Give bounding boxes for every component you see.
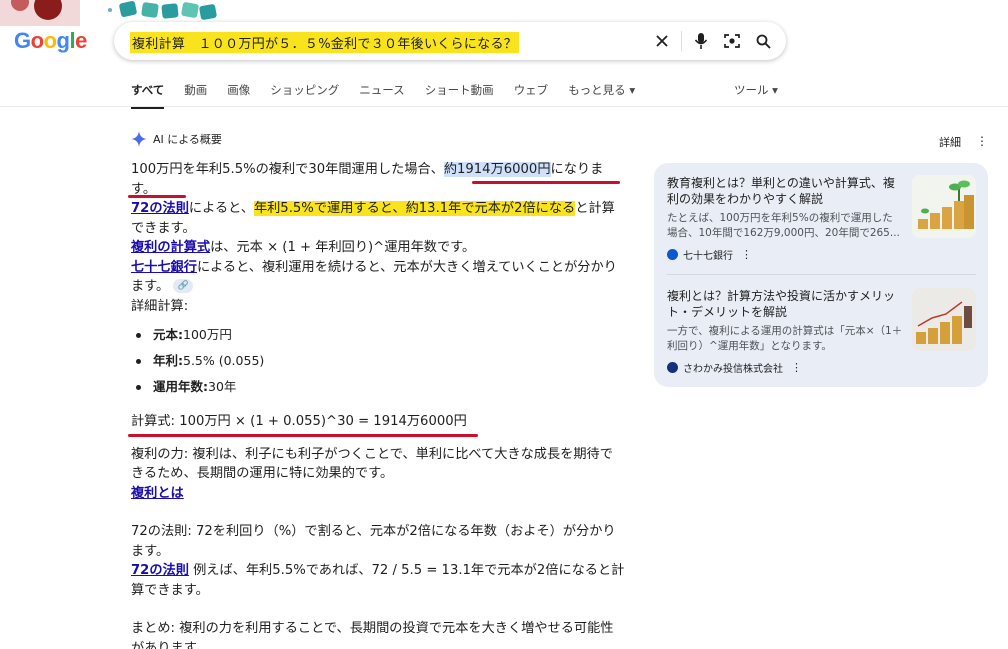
link-formula[interactable]: 複利の計算式 <box>131 240 210 255</box>
source-title[interactable]: 複利とは？計算方法や投資に活かすメリット・デメリットを解説 <box>667 288 895 320</box>
summary-paragraph: まとめ: 複利の力を利用することで、長期間の投資で元本を大きく増やせる可能性があ… <box>131 621 614 649</box>
param-value: 30年 <box>208 379 237 394</box>
search-tabs: すべて 動画 画像 ショッピング ニュース ショート動画 ウェブ もっと見る ▾ <box>131 82 655 109</box>
power-paragraph: 複利の力: 複利は、利子にも利子がつくことで、単利に比べて大きな成長を期待できる… <box>131 446 613 482</box>
param-list: 元本:100万円 年利:5.5% (0.055) 運用年数:30年 <box>131 322 625 400</box>
annotation-underline <box>128 195 186 198</box>
coins-plant-thumbnail[interactable] <box>912 175 976 238</box>
answer-paragraph: 100万円を年利5.5%の複利で30年間運用した場合、約1914万6000円にな… <box>131 160 625 199</box>
param-label: 運用年数: <box>153 379 208 394</box>
rule72-highlight: 年利5.5%で運用すると、約13.1年で元本が2倍になる <box>253 201 576 216</box>
search-box[interactable]: 複利計算 １００万円が５．５%金利で３０年後いくらになる？ <box>114 22 786 60</box>
header-divider <box>0 106 1008 107</box>
tab-videos[interactable]: 動画 <box>184 82 207 109</box>
list-item: 年利:5.5% (0.055) <box>131 348 625 374</box>
coins-hourglass-thumbnail[interactable] <box>912 288 976 351</box>
source-site: 七十七銀行 ⋮ <box>667 247 977 262</box>
source-title[interactable]: 教育複利とは？単利との違いや計算式、複利の効果をわかりやすく解説 <box>667 175 895 207</box>
site-favicon-icon <box>667 362 678 373</box>
answer-amount: 約1914万6000円 <box>443 162 551 177</box>
what-link-paragraph: 複利とは <box>131 484 625 504</box>
search-divider <box>681 31 682 51</box>
sources-panel: 教育複利とは？単利との違いや計算式、複利の効果をわかりやすく解説 たとえば、10… <box>654 163 988 387</box>
param-value: 5.5% (0.055) <box>183 353 265 368</box>
source-snippet: たとえば、100万円を年利5%の複利で運用した場合、10年間で162万9,000… <box>667 212 900 239</box>
more-options-icon[interactable]: ⋮ <box>976 134 988 148</box>
microphone-icon[interactable] <box>691 31 711 51</box>
tab-web[interactable]: ウェブ <box>514 82 549 109</box>
formula-paragraph: 複利の計算式は、元本 × (1 + 年利回り)^運用年数です。 <box>131 238 625 258</box>
lens-icon[interactable] <box>722 31 742 51</box>
google-logo[interactable]: Google <box>14 28 87 54</box>
link-rule-72-b[interactable]: 72の法則 <box>131 563 189 578</box>
site-name: さわかみ投信株式会社 <box>683 364 783 375</box>
annotation-underline <box>128 434 478 437</box>
answer-text: 100万円を年利5.5%の複利で30年間運用した場合、 <box>131 162 444 177</box>
list-item: 元本:100万円 <box>131 322 625 348</box>
formula-line: 計算式: 100万円 × (1 + 0.055)^30 = 1914万6000円 <box>131 414 467 429</box>
tab-shopping[interactable]: ショッピング <box>270 82 339 109</box>
search-icon[interactable] <box>753 31 773 51</box>
bank-text: によると、複利運用を続けると、元本が大きく増えていくことが分かります。 <box>131 259 617 295</box>
rule72-paragraph: 72の法則によると、年利5.5%で運用すると、約13.1年で元本が2倍になると計… <box>131 199 625 238</box>
tools-button[interactable]: ツール ▾ <box>734 82 778 98</box>
source-site: さわかみ投信株式会社 ⋮ <box>667 360 977 375</box>
tab-more[interactable]: もっと見る ▾ <box>568 82 635 109</box>
link-what-is-compound[interactable]: 複利とは <box>131 486 184 501</box>
param-label: 元本: <box>153 327 183 342</box>
annotation-underline <box>472 181 620 184</box>
site-favicon-icon <box>667 249 678 260</box>
bank-paragraph: 七十七銀行によると、複利運用を続けると、元本が大きく増えていくことが分かります。… <box>131 258 625 297</box>
more-options-icon[interactable]: ⋮ <box>741 248 752 261</box>
link-icon[interactable]: 🔗 <box>173 279 194 293</box>
list-item: 運用年数:30年 <box>131 374 625 400</box>
param-value: 100万円 <box>183 327 232 342</box>
ai-overview-body: 100万円を年利5.5%の複利で30年間運用した場合、約1914万6000円にな… <box>131 160 625 649</box>
site-name: 七十七銀行 <box>683 251 733 262</box>
tab-all[interactable]: すべて <box>131 82 165 109</box>
link-bank[interactable]: 七十七銀行 <box>131 260 197 275</box>
search-input[interactable]: 複利計算 １００万円が５．５%金利で３０年後いくらになる？ <box>130 32 520 53</box>
link-rule-72[interactable]: 72の法則 <box>131 201 189 216</box>
ai-overview-title: AI による概要 <box>153 133 222 146</box>
formula-text: は、元本 × (1 + 年利回り)^運用年数です。 <box>210 240 476 255</box>
tab-news[interactable]: ニュース <box>359 82 404 109</box>
sparkle-icon <box>131 131 147 147</box>
rule72-text: によると、 <box>188 201 254 216</box>
card-divider <box>667 274 976 275</box>
clear-icon[interactable] <box>652 31 672 51</box>
param-label: 年利: <box>153 353 183 368</box>
rule72-example: 72の法則 例えば、年利5.5%であれば、72 / 5.5 = 13.1年で元本… <box>131 561 625 600</box>
tab-short-videos[interactable]: ショート動画 <box>425 82 494 109</box>
rule72-example-text: 例えば、年利5.5%であれば、72 / 5.5 = 13.1年で元本が2倍になる… <box>131 563 625 598</box>
detail-heading: 詳細計算: <box>131 298 189 314</box>
ai-overview-heading: AI による概要 <box>131 131 222 147</box>
rule72-detail: 72の法則: 72を利回り（%）で割ると、元本が2倍になる年数（およそ）が分かり… <box>131 524 616 559</box>
tab-images[interactable]: 画像 <box>227 82 250 109</box>
more-options-icon[interactable]: ⋮ <box>791 361 802 374</box>
details-button[interactable]: 詳細 <box>939 134 961 150</box>
source-snippet: 一方で、複利による運用の計算式は「元本×（1＋利回り）^運用年数」となります。 <box>667 325 903 352</box>
